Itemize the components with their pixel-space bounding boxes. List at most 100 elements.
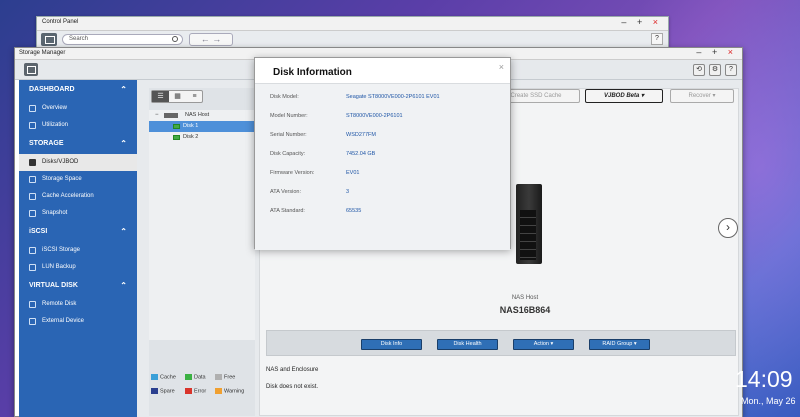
legend-item: Spare xyxy=(151,388,175,394)
sidebar-item-remote-disk[interactable]: Remote Disk xyxy=(19,296,137,313)
firmware-version-row: Firmware Version: EV01 xyxy=(270,170,500,182)
raid-group-dropdown[interactable]: RAID Group ▾ xyxy=(589,339,650,350)
external-device-icon xyxy=(29,318,36,325)
disk-icon xyxy=(29,159,36,166)
sidebar-item-label: Cache Acceleration xyxy=(42,193,94,199)
control-panel-title: Control Panel xyxy=(42,19,79,25)
help-button[interactable]: ? xyxy=(651,33,663,45)
dialog-title: Disk Information xyxy=(273,67,352,78)
free-swatch xyxy=(215,374,222,380)
tree-item-disk-2[interactable]: Disk 2 xyxy=(149,132,255,143)
minimize-icon[interactable]: – xyxy=(621,17,630,27)
sidebar-section-virtual-disk[interactable]: VIRTUAL DISK ⌃ xyxy=(19,276,137,296)
sidebar-item-label: Snapshot xyxy=(42,210,68,216)
tree-item-nas-host[interactable]: − NAS Host xyxy=(149,110,255,121)
sidebar-section-storage[interactable]: STORAGE ⌃ xyxy=(19,134,137,154)
sidebar-item-overview[interactable]: Overview xyxy=(19,100,137,117)
disk-info-button[interactable]: Disk Info xyxy=(361,339,422,350)
disk-action-bar: Disk Info Disk Health Action ▾ RAID Grou… xyxy=(266,330,736,356)
sidebar-item-cache-acceleration[interactable]: Cache Acceleration xyxy=(19,188,137,205)
desktop-clock-time: 14:09 xyxy=(735,366,793,392)
close-icon[interactable]: × xyxy=(728,47,737,57)
overview-icon xyxy=(29,105,36,112)
tree-item-disk-1[interactable]: Disk 1 xyxy=(149,121,255,132)
device-tree-panel: ☰ ▦ ≡ − NAS Host Disk 1 Disk 2 Cache Dat… xyxy=(149,88,255,416)
chevron-right-icon[interactable]: › xyxy=(718,218,738,238)
help-button[interactable]: ? xyxy=(725,64,737,76)
model-number-row: Model Number: ST8000VE000-2P6101 xyxy=(270,113,500,125)
minimize-icon[interactable]: – xyxy=(696,47,705,57)
error-swatch xyxy=(185,388,192,394)
desktop-clock-date: Mon., May 26 xyxy=(741,396,796,406)
disk-capacity-row: Disk Capacity: 7452.04 GB xyxy=(270,151,500,163)
legend-label: Warning xyxy=(224,388,245,395)
field-label: Model Number: xyxy=(270,113,308,119)
sidebar-section-label: DASHBOARD xyxy=(29,86,75,93)
sidebar-item-label: Remote Disk xyxy=(42,301,77,307)
recover-button[interactable]: Recover ▾ xyxy=(670,89,734,103)
disk-health-button[interactable]: Disk Health xyxy=(437,339,498,350)
legend-label: Cache xyxy=(160,374,176,381)
disk-model-row: Disk Model: Seagate ST8000VE000-2P6101 E… xyxy=(270,94,500,106)
warning-swatch xyxy=(215,388,222,394)
field-label: Disk Model: xyxy=(270,94,299,100)
chevron-up-icon[interactable]: ⌃ xyxy=(120,222,127,242)
disk-information-dialog: Disk Information × Disk Model: Seagate S… xyxy=(254,57,511,250)
spare-swatch xyxy=(151,388,158,394)
refresh-icon[interactable]: ⟲ xyxy=(693,64,705,76)
sidebar-item-label: External Device xyxy=(42,318,85,324)
search-icon[interactable] xyxy=(172,36,178,42)
sidebar-item-disks-vjbod[interactable]: Disks/VJBOD xyxy=(19,154,137,171)
back-forward-buttons[interactable]: ← → xyxy=(189,33,233,46)
chevron-up-icon[interactable]: ⌃ xyxy=(120,134,127,154)
sidebar-item-iscsi-storage[interactable]: iSCSI Storage xyxy=(19,242,137,259)
maximize-icon[interactable]: + xyxy=(712,47,721,57)
sidebar: DASHBOARD ⌃ Overview Utilization STORAGE… xyxy=(19,80,137,417)
cache-swatch xyxy=(151,374,158,380)
close-icon[interactable]: × xyxy=(499,62,504,72)
legend-item: Cache xyxy=(151,374,176,380)
nas-enclosure-image[interactable] xyxy=(516,184,542,264)
field-label: ATA Version: xyxy=(270,189,301,195)
snapshot-icon xyxy=(29,210,36,217)
sidebar-item-utilization[interactable]: Utilization xyxy=(19,117,137,134)
detail-view-icon[interactable]: ≡ xyxy=(186,91,203,102)
sidebar-section-dashboard[interactable]: DASHBOARD ⌃ xyxy=(19,80,137,100)
field-value: ST8000VE000-2P6101 xyxy=(346,113,403,119)
action-dropdown[interactable]: Action ▾ xyxy=(513,339,574,350)
sidebar-item-lun-backup[interactable]: LUN Backup xyxy=(19,259,137,276)
sidebar-item-storage-space[interactable]: Storage Space xyxy=(19,171,137,188)
sidebar-item-external-device[interactable]: External Device xyxy=(19,313,137,330)
legend-item: Free xyxy=(215,374,235,380)
field-value: 3 xyxy=(346,189,350,195)
tree-item-label: Disk 1 xyxy=(183,123,199,129)
vjbod-button[interactable]: VJBOD Beta ▾ xyxy=(585,89,663,103)
chevron-up-icon[interactable]: ⌃ xyxy=(120,276,127,296)
list-view-icon[interactable]: ☰ xyxy=(152,91,169,102)
close-icon[interactable]: × xyxy=(653,17,662,27)
storage-manager-title: Storage Manager xyxy=(19,50,66,56)
gear-icon[interactable]: ⚙ xyxy=(709,64,721,76)
sidebar-item-snapshot[interactable]: Snapshot xyxy=(19,205,137,222)
storage-manager-window-controls[interactable]: – + × xyxy=(696,47,737,57)
home-icon[interactable] xyxy=(24,63,38,76)
maximize-icon[interactable]: + xyxy=(637,17,646,27)
sidebar-section-label: STORAGE xyxy=(29,140,64,147)
control-panel-window-controls[interactable]: – + × xyxy=(621,17,662,27)
control-panel-toolbar: Search ← → ? xyxy=(37,30,668,48)
grid-view-icon[interactable]: ▦ xyxy=(169,91,186,102)
remote-disk-icon xyxy=(29,301,36,308)
search-input[interactable]: Search xyxy=(62,34,183,45)
legend-item: Warning xyxy=(215,388,244,394)
legend-label: Data xyxy=(194,374,206,381)
chevron-up-icon[interactable]: ⌃ xyxy=(120,80,127,100)
legend-item: Data xyxy=(185,374,206,380)
sidebar-section-iscsi[interactable]: iSCSI ⌃ xyxy=(19,222,137,242)
disk-legend: Cache Data Free Spare Error Warning xyxy=(151,374,255,402)
collapse-icon[interactable]: − xyxy=(155,110,159,121)
field-value: WSD277FM xyxy=(346,132,376,138)
sidebar-item-label: Disks/VJBOD xyxy=(42,159,79,165)
ata-standard-row: ATA Standard: 65535 xyxy=(270,208,500,220)
home-icon[interactable] xyxy=(41,33,57,46)
field-value: 7452.04 GB xyxy=(346,151,376,157)
